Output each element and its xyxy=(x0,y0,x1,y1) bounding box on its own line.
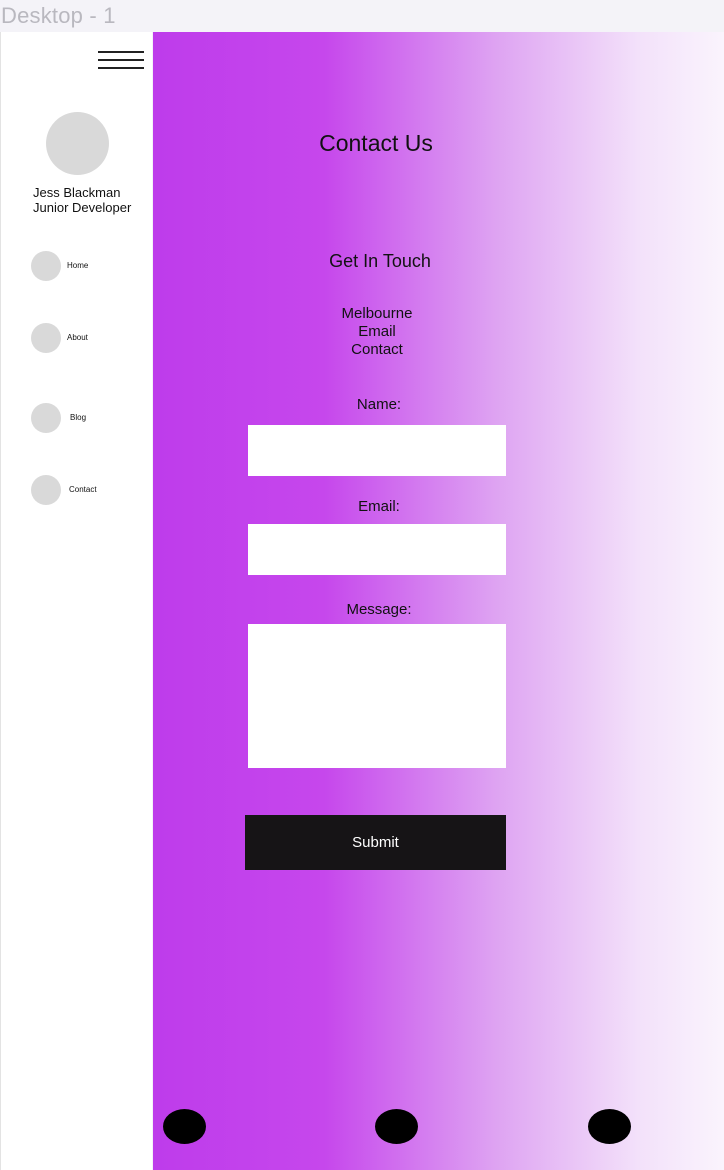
email-text: Email xyxy=(358,323,396,340)
frame-label: Desktop - 1 xyxy=(1,3,116,28)
sidebar-item-label: Home xyxy=(67,261,89,270)
message-textarea[interactable] xyxy=(248,624,506,768)
sidebar-item-home[interactable]: Home xyxy=(31,251,141,281)
sidebar-item-contact[interactable]: Contact xyxy=(31,475,141,505)
sidebar-item-about[interactable]: About xyxy=(31,323,141,353)
hamburger-line xyxy=(98,67,144,69)
name-label: Name: xyxy=(356,396,402,413)
sidebar-item-label: Contact xyxy=(69,485,97,494)
hamburger-menu-icon[interactable] xyxy=(98,50,144,72)
hamburger-line xyxy=(98,51,144,53)
contact-icon xyxy=(31,475,61,505)
sidebar: Jess Blackman Junior Developer Home Abou… xyxy=(0,32,152,1170)
home-icon xyxy=(31,251,61,281)
sidebar-item-blog[interactable]: Blog xyxy=(31,403,141,433)
profile-role: Junior Developer xyxy=(33,200,132,215)
hamburger-line xyxy=(98,59,144,61)
sidebar-item-label: Blog xyxy=(70,413,87,422)
sidebar-item-label: About xyxy=(67,333,88,342)
page-title: Contact Us xyxy=(319,130,433,156)
profile-name: Jess Blackman xyxy=(33,185,121,200)
main-content: Contact Us Get In Touch Melbourne Email … xyxy=(153,32,724,1170)
contact-text: Contact xyxy=(351,341,403,358)
about-icon xyxy=(31,323,61,353)
location-text: Melbourne xyxy=(341,305,413,322)
submit-button[interactable]: Submit xyxy=(245,815,506,870)
message-label: Message: xyxy=(346,601,412,618)
section-title: Get In Touch xyxy=(329,251,431,271)
social-icon-1[interactable] xyxy=(163,1109,206,1144)
name-input[interactable] xyxy=(248,425,506,476)
social-icon-2[interactable] xyxy=(375,1109,418,1144)
email-label: Email: xyxy=(358,498,400,515)
email-input[interactable] xyxy=(248,524,506,575)
social-icon-3[interactable] xyxy=(588,1109,631,1144)
avatar xyxy=(46,112,109,175)
blog-icon xyxy=(31,403,61,433)
